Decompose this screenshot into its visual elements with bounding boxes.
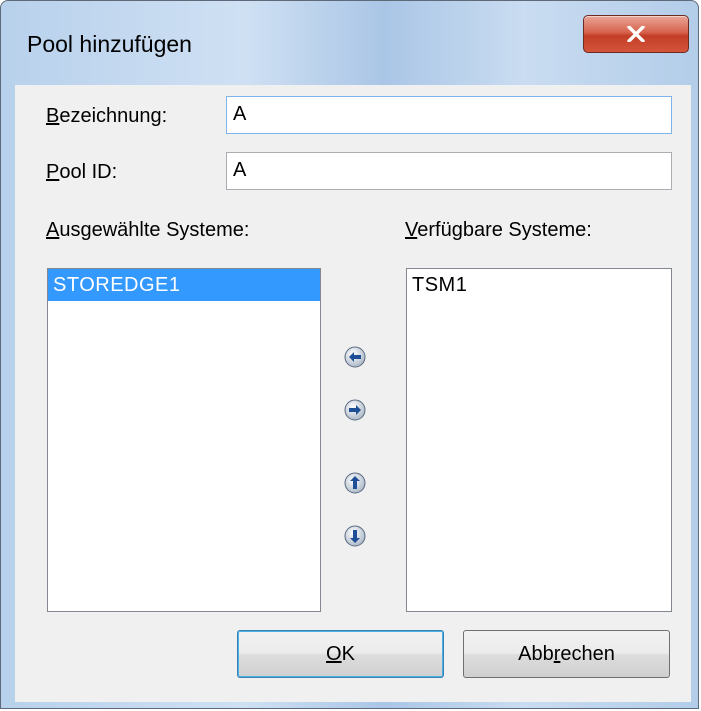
selected-systems-list[interactable]: STOREDGE1 <box>47 268 321 612</box>
selected-label-rest: usgewählte Systeme: <box>59 219 250 241</box>
cancel-part-1: Abb <box>518 642 554 665</box>
name-label-mnemonic: B <box>46 105 60 127</box>
selected-label-mnemonic: A <box>46 219 60 241</box>
pool-id-label-mnemonic: P <box>46 161 60 183</box>
dialog-window: Pool hinzufügen Bezeichnung: A Pool ID: … <box>0 0 699 709</box>
ok-button[interactable]: OK <box>237 630 444 678</box>
ok-rest: K <box>341 642 355 665</box>
list-item[interactable]: STOREDGE1 <box>48 269 320 301</box>
arrow-up-icon[interactable] <box>344 472 366 494</box>
name-label: Bezeichnung: <box>46 105 167 128</box>
title-bar[interactable]: Pool hinzufügen <box>1 1 698 89</box>
available-systems-list[interactable]: TSM1 <box>406 268 672 612</box>
cancel-mnemonic: r <box>553 642 561 665</box>
list-item[interactable]: TSM1 <box>407 269 671 301</box>
dialog-client-area: Bezeichnung: A Pool ID: A Ausgewählte Sy… <box>15 85 691 702</box>
available-systems-label: Verfügbare Systeme: <box>405 219 592 242</box>
pool-id-label-rest: ool ID: <box>59 161 118 183</box>
arrow-left-icon[interactable] <box>344 346 366 368</box>
name-label-rest: ezeichnung: <box>59 105 168 127</box>
available-label-mnemonic: V <box>405 219 418 241</box>
ok-mnemonic: O <box>326 642 342 665</box>
name-field[interactable]: A <box>226 96 672 134</box>
pool-id-field[interactable]: A <box>226 152 672 190</box>
cancel-button[interactable]: Abb r echen <box>463 630 670 678</box>
close-button[interactable] <box>583 15 689 53</box>
arrow-right-icon[interactable] <box>344 399 366 421</box>
window-title: Pool hinzufügen <box>27 31 192 57</box>
close-x-icon <box>627 26 645 42</box>
arrow-down-icon[interactable] <box>344 525 366 547</box>
pool-id-label: Pool ID: <box>46 161 117 184</box>
available-label-rest: erfügbare Systeme: <box>417 219 592 241</box>
cancel-part-2: echen <box>560 642 615 665</box>
selected-systems-label: Ausgewählte Systeme: <box>46 219 249 242</box>
